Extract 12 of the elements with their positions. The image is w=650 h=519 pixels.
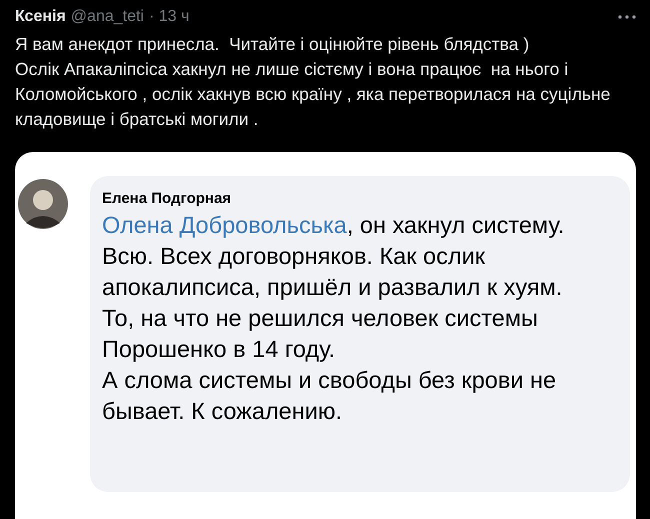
avatar-icon xyxy=(18,179,68,229)
more-options-icon[interactable] xyxy=(618,15,636,19)
tweet-text: Я вам анекдот принесла. Читайте і оцінюйте рівень блядства ) xyxy=(15,33,530,56)
comment-text: Олена Добровольська, он хакнул систему. Всю. Всех договорняков. Как ослик апокалипсиса, пришёл и развалил к хуям. xyxy=(102,211,566,302)
commenter-name[interactable]: Елена Подгорная xyxy=(102,190,620,207)
tweet-text: Ослік Апакаліпсіса хакнул не лише сістєму і вона працює на нього і Коломойського , ослік хакнув всю країну , яка перетворилася на суцільне кладовище і братські могили . xyxy=(15,58,612,131)
comment-text: А слома системы и свободы без крови не бывает. К сожалению. xyxy=(102,366,558,426)
mention-link[interactable]: Олена Добровольська xyxy=(102,212,347,238)
post-time: · 13 ч xyxy=(148,8,190,26)
author-handle[interactable]: @ana_teti xyxy=(70,8,144,26)
comment-text: То, на что не решился человек системы Порошенко в 14 году. xyxy=(102,304,539,364)
author-name[interactable]: Ксенія xyxy=(15,8,66,26)
